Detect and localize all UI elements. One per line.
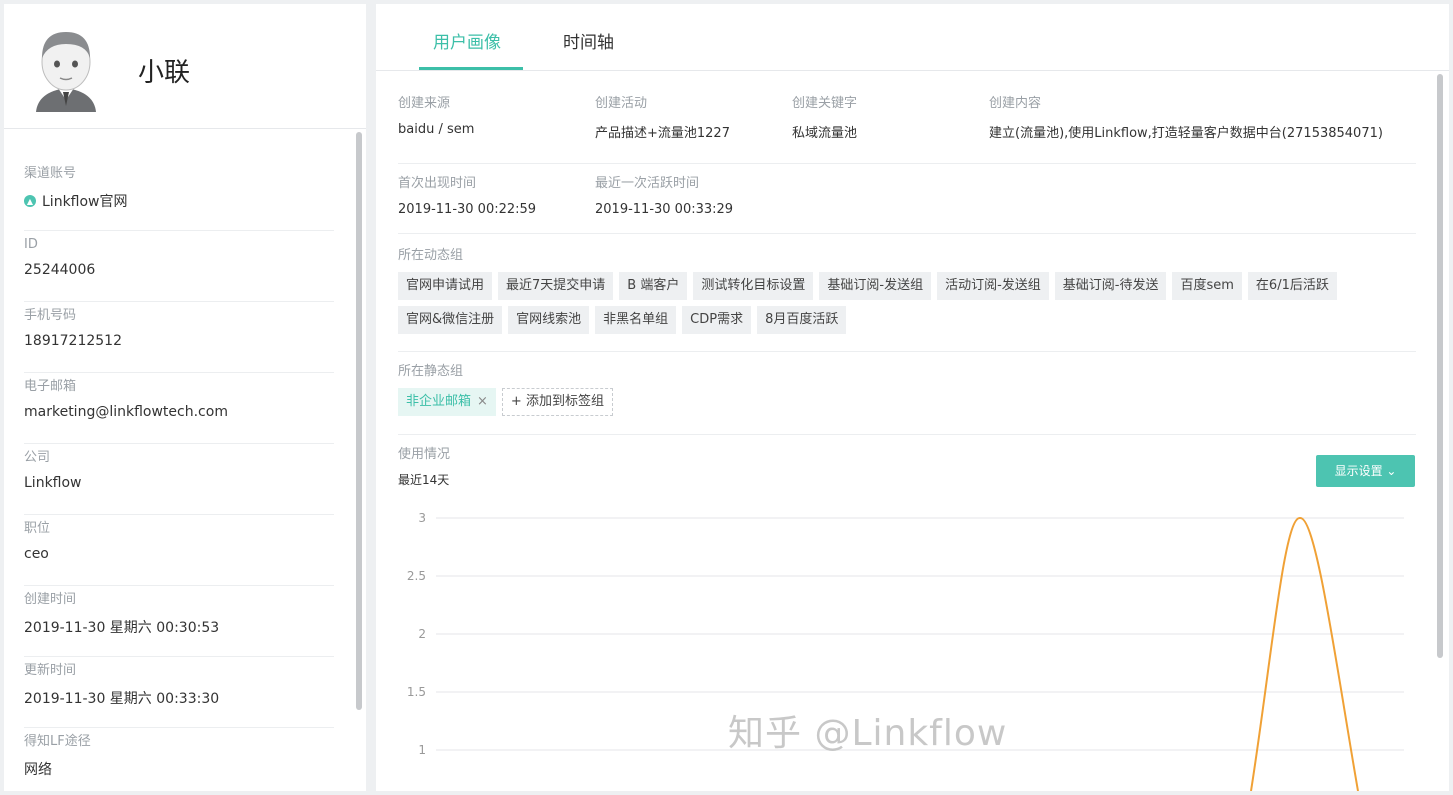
add-to-tag-group-button[interactable]: + 添加到标签组 — [501, 388, 613, 416]
dynamic-groups-section: 所在动态组 官网申请试用 最近7天提交申请 B 端客户 测试转化目标设置 基础订阅-发送… — [398, 234, 1416, 352]
dynamic-group-tag[interactable]: B 端客户 — [619, 272, 688, 300]
info-label: 首次出现时间 — [398, 176, 477, 191]
field-value: marketing@linkflowtech.com — [24, 404, 228, 420]
field-value: Linkflow — [24, 475, 82, 491]
info-label: 创建关键字 — [792, 96, 858, 111]
user-name: 小联 — [138, 58, 191, 88]
info-value: baidu / sem — [398, 122, 475, 137]
dynamic-group-tag[interactable]: 最近7天提交申请 — [498, 272, 614, 300]
tab-bar: 用户画像 时间轴 — [376, 4, 1449, 71]
dynamic-group-tag[interactable]: 基础订阅-待发送 — [1054, 272, 1167, 300]
static-groups-section: 所在静态组 非企业邮箱 × + 添加到标签组 — [398, 352, 1416, 435]
tab-timeline[interactable]: 时间轴 — [563, 28, 614, 53]
usage-period: 最近14天 — [398, 473, 450, 487]
y-tick-label: 1.5 — [407, 685, 426, 699]
field-position: 职位 ceo — [24, 515, 334, 586]
info-campaign: 创建活动 产品描述+流量池1227 — [595, 94, 792, 163]
field-label: 职位 — [24, 521, 51, 536]
info-keyword: 创建关键字 私域流量池 — [792, 94, 989, 163]
info-label: 创建活动 — [595, 96, 648, 111]
y-tick-label: 2 — [418, 627, 426, 641]
dynamic-group-tag[interactable]: 8月百度活跃 — [757, 306, 847, 334]
static-tag[interactable]: 非企业邮箱 × — [398, 388, 496, 416]
info-label: 最近一次活跃时间 — [595, 176, 700, 191]
field-value: 25244006 — [24, 262, 96, 278]
info-last-active: 最近一次活跃时间 2019-11-30 00:33:29 — [595, 174, 792, 233]
info-label: 创建来源 — [398, 96, 451, 111]
info-content: 创建内容 建立(流量池),使用Linkflow,打造轻量客户数据中台(27153… — [989, 94, 1416, 163]
section-label: 所在动态组 — [398, 248, 464, 263]
dynamic-group-tag[interactable]: 官网申请试用 — [398, 272, 493, 300]
field-label: ID — [24, 237, 38, 252]
left-scrollbar[interactable] — [356, 132, 362, 710]
close-icon[interactable]: × — [477, 394, 488, 409]
info-row-creation: 创建来源 baidu / sem 创建活动 产品描述+流量池1227 创建关键字… — [398, 94, 1416, 164]
dynamic-group-tag[interactable]: 官网&微信注册 — [398, 306, 503, 334]
y-tick-label: 3 — [418, 511, 426, 525]
info-first-seen: 首次出现时间 2019-11-30 00:22:59 — [398, 174, 595, 233]
field-value: 18917212512 — [24, 333, 122, 349]
field-label: 创建时间 — [24, 592, 77, 607]
field-id: ID 25244006 — [24, 231, 334, 302]
field-value: 网络 — [24, 762, 52, 778]
info-value: 产品描述+流量池1227 — [595, 126, 730, 141]
info-row-activity: 首次出现时间 2019-11-30 00:22:59 最近一次活跃时间 2019… — [398, 164, 1416, 234]
field-company: 公司 Linkflow — [24, 444, 334, 515]
section-label: 使用情况 — [398, 447, 451, 462]
info-label: 创建内容 — [989, 96, 1042, 111]
info-value: 2019-11-30 00:33:29 — [595, 202, 734, 217]
profile-fields: 渠道账号 ▲ Linkflow官网 ID 25244006 手机号码 18917… — [24, 160, 334, 791]
y-tick-label: 1 — [418, 743, 426, 757]
dynamic-group-tag[interactable]: 活动订阅-发送组 — [937, 272, 1049, 300]
field-updated: 更新时间 2019-11-30 星期六 00:33:30 — [24, 657, 334, 728]
field-source: 得知LF途径 网络 — [24, 728, 334, 791]
field-label: 手机号码 — [24, 308, 77, 323]
field-label: 更新时间 — [24, 663, 77, 678]
field-channel: 渠道账号 ▲ Linkflow官网 — [24, 160, 334, 231]
usage-section: 使用情况 最近14天 — [398, 435, 1416, 488]
channel-icon: ▲ — [24, 195, 36, 207]
dynamic-group-tag[interactable]: 测试转化目标设置 — [693, 272, 814, 300]
field-value: ceo — [24, 546, 49, 562]
section-label: 所在静态组 — [398, 364, 464, 379]
watermark: 知乎 @Linkflow — [728, 713, 1008, 754]
field-phone: 手机号码 18917212512 — [24, 302, 334, 373]
info-value: 建立(流量池),使用Linkflow,打造轻量客户数据中台(2715385407… — [989, 126, 1383, 141]
field-created: 创建时间 2019-11-30 星期六 00:30:53 — [24, 586, 334, 657]
dynamic-group-tag[interactable]: 官网线索池 — [508, 306, 590, 334]
detail-panel: 用户画像 时间轴 创建来源 baidu / sem 创建活动 产品描述+流量池1… — [376, 4, 1449, 791]
dynamic-group-tag[interactable]: 在6/1后活跃 — [1247, 272, 1337, 300]
dynamic-group-tags: 官网申请试用 最近7天提交申请 B 端客户 测试转化目标设置 基础订阅-发送组 活动订阅-… — [398, 272, 1408, 340]
field-label: 电子邮箱 — [24, 379, 77, 394]
display-settings-button[interactable]: 显示设置 ⌄ — [1316, 455, 1415, 487]
static-group-tags: 非企业邮箱 × + 添加到标签组 — [398, 388, 1408, 422]
info-value: 2019-11-30 00:22:59 — [398, 202, 537, 217]
field-label: 公司 — [24, 450, 51, 465]
portrait-content: 创建来源 baidu / sem 创建活动 产品描述+流量池1227 创建关键字… — [398, 94, 1416, 488]
info-value: 私域流量池 — [792, 126, 858, 141]
profile-panel: 小联 渠道账号 ▲ Linkflow官网 ID 25244006 手机号码 18… — [4, 4, 366, 791]
avatar — [30, 26, 102, 112]
dynamic-group-tag[interactable]: 基础订阅-发送组 — [819, 272, 932, 300]
field-value: 2019-11-30 星期六 00:33:30 — [24, 691, 220, 707]
profile-header: 小联 — [4, 4, 366, 129]
field-value: Linkflow官网 — [42, 194, 128, 210]
y-tick-label: 2.5 — [407, 569, 426, 583]
active-tab-indicator — [419, 67, 523, 70]
tab-user-portrait[interactable]: 用户画像 — [433, 28, 501, 53]
dynamic-group-tag[interactable]: CDP需求 — [682, 306, 752, 334]
right-scrollbar[interactable] — [1437, 74, 1443, 658]
static-tag-label: 非企业邮箱 — [406, 394, 472, 409]
field-email: 电子邮箱 marketing@linkflowtech.com — [24, 373, 334, 444]
dynamic-group-tag[interactable]: 非黑名单组 — [595, 306, 677, 334]
info-source: 创建来源 baidu / sem — [398, 94, 595, 163]
dynamic-group-tag[interactable]: 百度sem — [1172, 272, 1242, 300]
field-label: 得知LF途径 — [24, 734, 91, 749]
field-label: 渠道账号 — [24, 166, 77, 181]
field-value: 2019-11-30 星期六 00:30:53 — [24, 620, 220, 636]
